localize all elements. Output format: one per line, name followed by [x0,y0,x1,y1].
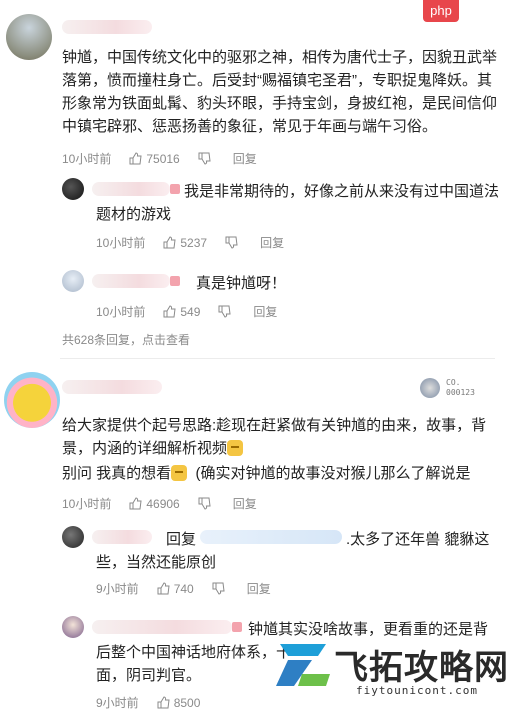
avatar[interactable] [6,14,52,60]
reply-time: 9小时前 [96,582,139,596]
like-count: 8500 [173,695,201,710]
comment-text: 给大家提供个起号思路:趁现在赶紧做有关钟馗的由来，故事，背景，内涵的详细解析视频 [62,414,502,460]
comment-text: 钟馗，中国传统文化中的驱邪之神，相传为唐代士子，因貌丑武举落第，愤而撞柱身亡。后… [62,49,498,135]
badge-icon [420,378,440,398]
avatar[interactable] [62,616,84,638]
like-button[interactable]: 46906 [129,496,180,511]
reply-meta: 9小时前 8500 [96,694,218,710]
watermark-url: fiytounicont.com [356,684,478,697]
reply-button[interactable]: 回复 [233,150,257,167]
reply-text: 我是非常期待的，好像之前从来没有过中国道法题材的游戏 [96,183,500,223]
reply-text: .太多了还年兽 貔貅这些，当然还能原创 [96,531,490,571]
watermark: 飞拓攻略网 fiytounicont.com [272,626,512,710]
comment-time: 10小时前 [62,152,112,166]
avatar[interactable] [62,178,84,200]
divider [60,358,495,359]
emoji-icon [227,440,244,456]
reply-button[interactable]: 回复 [233,495,257,512]
dislike-button[interactable] [212,582,229,595]
like-count: 740 [173,581,194,596]
avatar[interactable] [62,526,84,548]
like-count: 46906 [146,496,180,511]
thumbs-up-icon [163,305,176,318]
thumbs-down-icon [212,582,225,595]
view-more-replies[interactable]: 共628条回复，点击查看 [62,331,190,348]
dislike-button[interactable] [225,236,242,249]
reply-meta: 10小时前 549 回复 [96,303,277,320]
avatar[interactable] [4,372,60,428]
dislike-button[interactable] [218,305,235,318]
watermark-logo-icon [276,644,330,686]
emoji-icon [171,465,188,481]
thumbs-down-icon [198,497,211,510]
username-blurred[interactable] [62,20,152,34]
dislike-button[interactable] [198,152,215,165]
badge-text: CO. 000123 [446,378,475,397]
comment-meta: 10小时前 75016 回复 [62,150,257,167]
watermark-name: 飞拓攻略网 [334,648,509,688]
username-blurred[interactable] [62,380,162,394]
reply-time: 10小时前 [96,305,146,319]
reply-button[interactable]: 回复 [247,580,271,597]
php-badge: php [423,0,459,22]
reply-button[interactable]: 回复 [260,234,284,251]
like-button[interactable]: 75016 [129,151,180,166]
fan-badge: CO. 000123 [420,378,486,398]
reply-meta: 10小时前 5237 回复 [96,234,284,251]
comment-line: (确实对钟馗的故事没对猴儿那么了解说是 [195,465,471,482]
like-count: 75016 [146,151,180,166]
reply-meta: 9小时前 740 回复 [96,580,271,597]
thumbs-up-icon [163,236,176,249]
thumbs-up-icon [157,582,170,595]
reply-text: 真是钟馗呀！ [196,275,287,292]
like-button[interactable]: 8500 [157,695,201,710]
thumbs-up-icon [129,497,142,510]
thumbs-down-icon [198,152,211,165]
thumbs-down-icon [225,236,238,249]
thumbs-down-icon [218,305,231,318]
avatar[interactable] [62,270,84,292]
like-button[interactable]: 740 [157,582,194,596]
comment-time: 10小时前 [62,497,112,511]
dislike-button[interactable] [198,497,215,510]
thumbs-up-icon [157,696,170,709]
like-button[interactable]: 5237 [163,236,207,250]
username-blurred[interactable] [92,274,180,288]
like-count: 5237 [180,235,208,250]
like-button[interactable]: 549 [163,305,200,319]
reply-time: 10小时前 [96,236,146,250]
comment-line: 给大家提供个起号思路:趁现在赶紧做有关钟馗的由来，故事，背景，内涵的详细解析视频 [62,417,487,457]
reply-text-tail: 面，阴司判官。 [96,667,202,684]
reply-button[interactable]: 回复 [253,303,277,320]
comment-text: 别问 我真的想看 (确实对钟馗的故事没对猴儿那么了解说是 [62,462,502,485]
comment-meta: 10小时前 46906 回复 [62,495,257,512]
reply-time: 9小时前 [96,696,139,710]
like-count: 549 [180,304,201,319]
thumbs-up-icon [129,152,142,165]
comment-line: 别问 我真的想看 [62,465,172,482]
